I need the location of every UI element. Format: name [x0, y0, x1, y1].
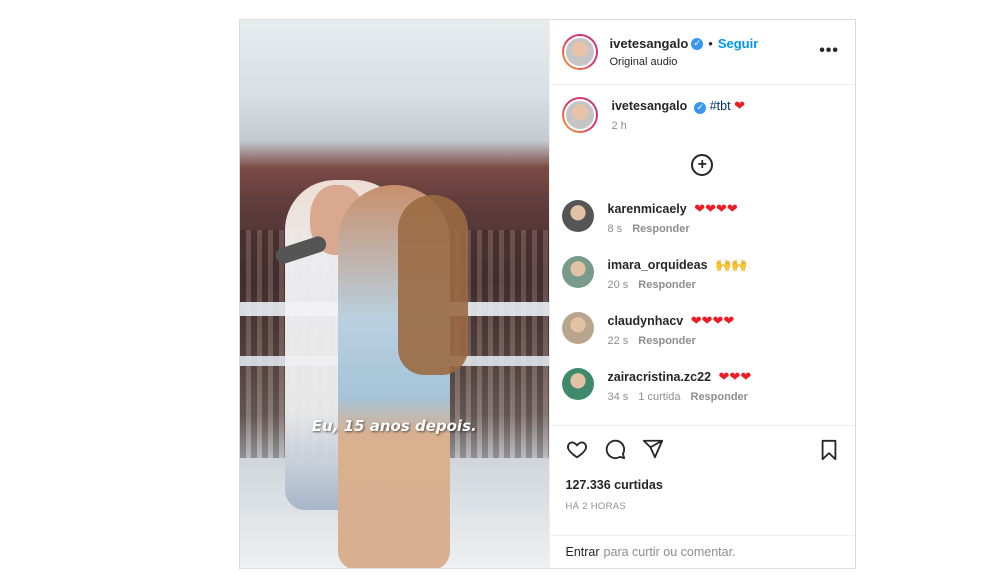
post-header: ivetesangalo ✓ • Seguir Original audio •…	[549, 20, 855, 85]
post-modal: Eu, 15 anos depois. ivetesangalo ✓ • Seg…	[239, 19, 856, 569]
author-avatar[interactable]	[561, 34, 598, 70]
comment-username[interactable]: imara_orquideas	[608, 258, 708, 272]
caption-username[interactable]: ivetesangalo	[612, 99, 688, 113]
reply-button[interactable]: Responder	[691, 391, 748, 403]
audio-label[interactable]: Original audio	[610, 56, 759, 68]
video-caption: Eu, 15 anos depois.	[311, 417, 477, 435]
comment-list: karenmicaely ❤❤❤❤ 8 s Responder imara_orqui…	[561, 200, 844, 403]
comment-username[interactable]: zairacristina.zc22	[608, 370, 712, 384]
comment-avatar[interactable]	[561, 368, 594, 400]
caption-row: ivetesangalo ✓ #tbt ❤ 2 h	[561, 97, 844, 133]
load-more-comments-icon[interactable]: +	[691, 154, 714, 176]
follow-button[interactable]: Seguir	[718, 36, 758, 51]
video-person-hair	[398, 195, 468, 375]
caption-hashtag[interactable]: #tbt	[710, 99, 731, 113]
comment-icon[interactable]	[604, 438, 626, 465]
post-video[interactable]: Eu, 15 anos depois.	[240, 20, 549, 568]
caption-heart-emoji: ❤	[734, 98, 745, 113]
post-actions: 127.336 curtidas HÁ 2 HORAS	[549, 425, 855, 535]
login-link[interactable]: Entrar	[566, 545, 600, 559]
comment-text: ❤❤❤❤	[694, 201, 738, 216]
comment-avatar[interactable]	[561, 312, 594, 344]
posted-ago[interactable]: HÁ 2 HORAS	[566, 501, 840, 512]
likes-count[interactable]: 127.336 curtidas	[566, 478, 840, 492]
separator-dot: •	[708, 36, 713, 51]
comments-section[interactable]: ivetesangalo ✓ #tbt ❤ 2 h + karenmicaely …	[550, 85, 856, 425]
heart-icon[interactable]	[566, 438, 588, 465]
reply-button[interactable]: Responder	[632, 223, 689, 235]
more-options-icon[interactable]: •••	[819, 42, 839, 60]
add-comment-text: para curtir ou comentar.	[603, 545, 736, 559]
comment-time[interactable]: 20 s	[608, 279, 629, 291]
comment-text: ❤❤❤	[718, 369, 752, 384]
reply-button[interactable]: Responder	[638, 279, 695, 291]
author-username[interactable]: ivetesangalo	[610, 36, 689, 51]
caption-avatar[interactable]	[561, 97, 598, 133]
comment-row: zairacristina.zc22 ❤❤❤ 34 s 1 curtida Respo…	[561, 368, 844, 403]
comment-text: ❤❤❤❤	[690, 313, 735, 328]
comment-row: karenmicaely ❤❤❤❤ 8 s Responder	[561, 200, 844, 235]
verified-icon: ✓	[694, 102, 707, 114]
post-side-panel: ivetesangalo ✓ • Seguir Original audio •…	[548, 20, 856, 568]
verified-icon: ✓	[691, 37, 704, 50]
caption-time[interactable]: 2 h	[612, 120, 627, 132]
comment-username[interactable]: claudynhacv	[608, 314, 684, 328]
load-more-row: +	[562, 154, 844, 176]
comment-row: imara_orquideas 🙌🙌 20 s Responder	[561, 256, 844, 291]
comment-text: 🙌🙌	[715, 257, 748, 272]
comment-time[interactable]: 34 s	[608, 391, 629, 403]
comment-avatar[interactable]	[561, 200, 594, 232]
comment-avatar[interactable]	[561, 256, 594, 288]
add-comment-bar: Entrar para curtir ou comentar.	[549, 535, 855, 568]
share-icon[interactable]	[642, 438, 664, 465]
comment-row: claudynhacv ❤❤❤❤ 22 s Responder	[561, 312, 844, 347]
comment-likes[interactable]: 1 curtida	[638, 391, 680, 403]
comment-time[interactable]: 8 s	[608, 223, 623, 235]
comment-time[interactable]: 22 s	[608, 335, 629, 347]
comment-username[interactable]: karenmicaely	[608, 202, 687, 216]
bookmark-icon[interactable]	[819, 439, 839, 466]
reply-button[interactable]: Responder	[638, 335, 695, 347]
